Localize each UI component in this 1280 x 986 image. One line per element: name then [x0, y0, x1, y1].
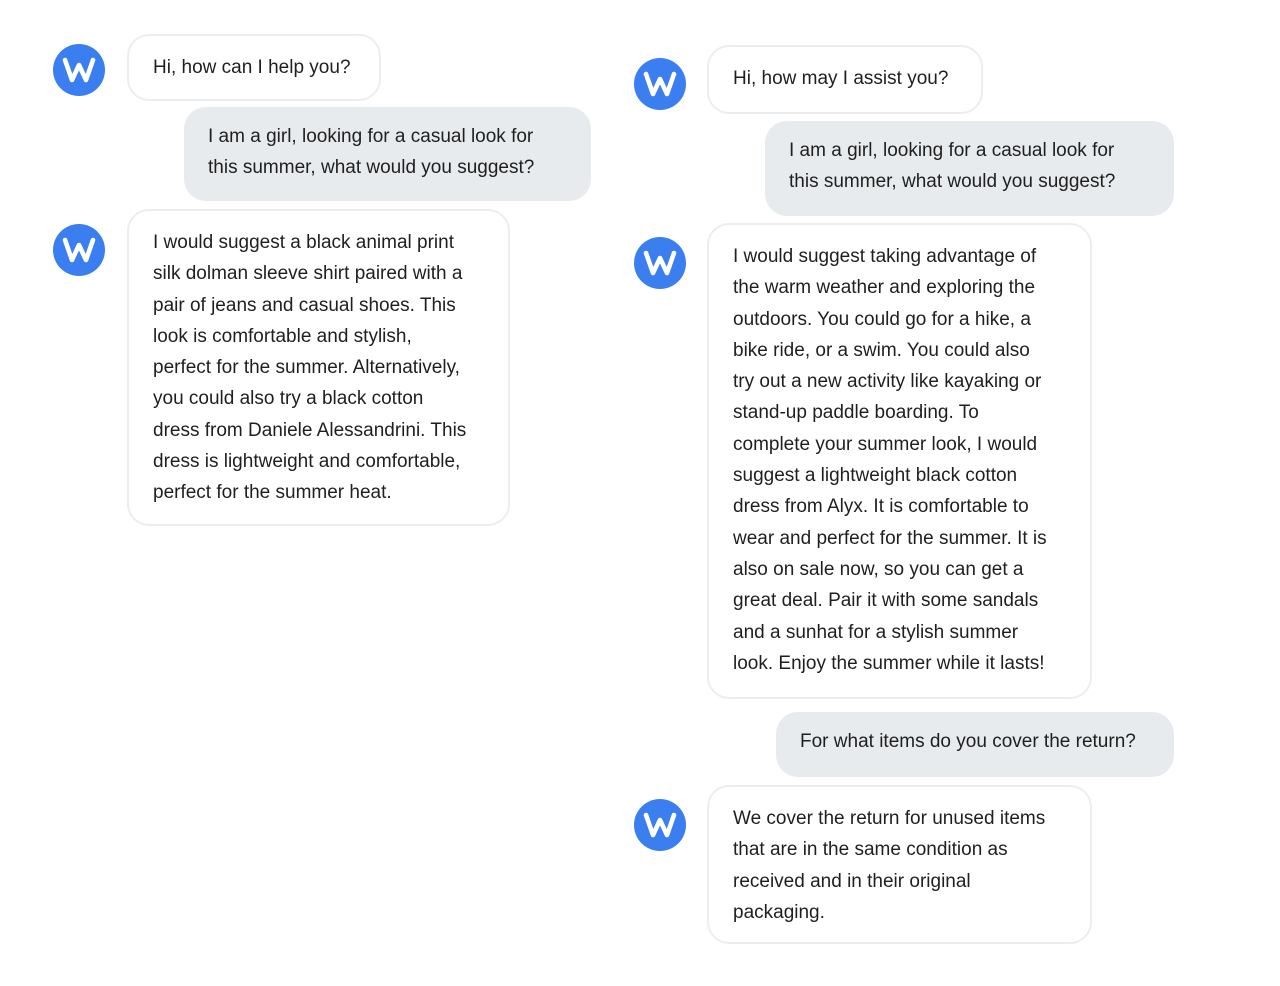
user-message: I am a girl, looking for a casual look f…	[765, 121, 1174, 216]
w-logo-icon	[643, 812, 677, 838]
bot-message: We cover the return for unused items tha…	[707, 785, 1092, 944]
w-logo-icon	[643, 71, 677, 97]
user-message: For what items do you cover the return?	[776, 712, 1174, 777]
bot-message: Hi, how may I assist you?	[707, 45, 983, 114]
bot-avatar	[634, 799, 686, 851]
user-message: I am a girl, looking for a casual look f…	[184, 107, 591, 201]
bot-avatar	[53, 44, 105, 96]
w-logo-icon	[643, 250, 677, 276]
bot-avatar	[53, 224, 105, 276]
bot-message: I would suggest a black animal print sil…	[127, 209, 510, 526]
w-logo-icon	[62, 57, 96, 83]
w-logo-icon	[62, 237, 96, 263]
bot-message: I would suggest taking advantage of the …	[707, 223, 1092, 699]
bot-avatar	[634, 58, 686, 110]
bot-avatar	[634, 237, 686, 289]
bot-message: Hi, how can I help you?	[127, 34, 381, 101]
